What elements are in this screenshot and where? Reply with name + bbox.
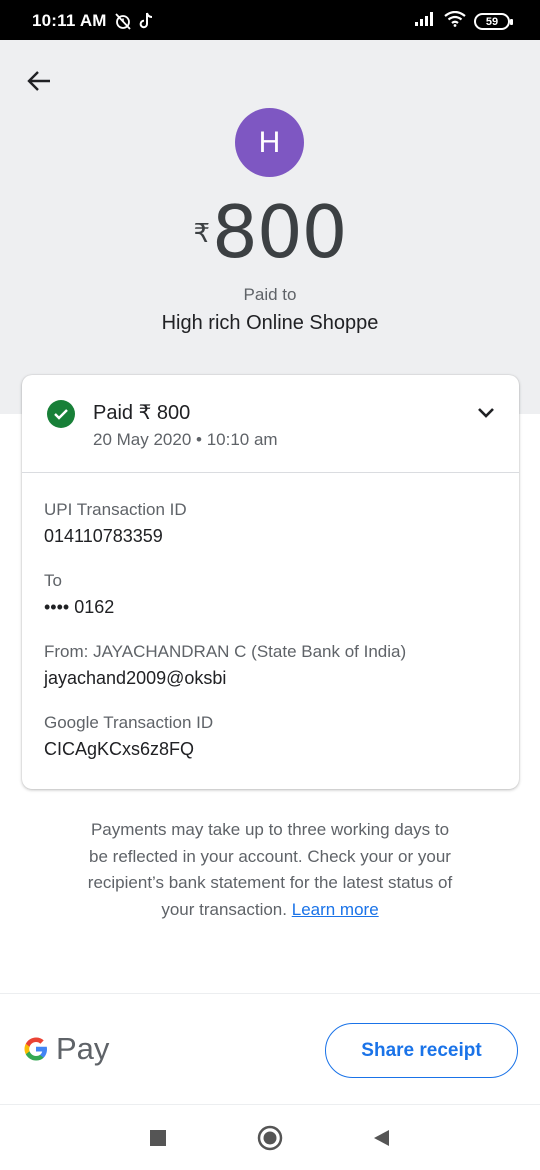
payment-header: H ₹800 Paid to High rich Online Shoppe: [0, 40, 540, 414]
signal-icon: [414, 11, 436, 32]
status-time: 10:11 AM: [32, 11, 107, 30]
detail-google-id: Google Transaction ID CICAgKCxs6z8FQ: [44, 713, 406, 760]
back-nav-button[interactable]: [367, 1124, 395, 1152]
back-arrow-icon: [27, 71, 50, 91]
system-nav-bar: [0, 1106, 540, 1170]
battery-icon: 59: [474, 13, 513, 30]
amount: ₹800: [0, 190, 540, 274]
transaction-card: Paid ₹ 800 20 May 2020 • 10:10 am UPI Tr…: [22, 375, 519, 789]
transaction-details: UPI Transaction ID 014110783359 To •••• …: [44, 500, 406, 784]
check-circle-icon: [47, 400, 75, 428]
info-text: Payments may take up to three working da…: [80, 817, 460, 923]
footer: Pay Share receipt: [0, 993, 540, 1105]
google-pay-logo: Pay: [22, 1031, 109, 1067]
share-receipt-button[interactable]: Share receipt: [325, 1023, 518, 1078]
status-title: Paid ₹ 800: [93, 402, 191, 424]
transaction-date: 20 May 2020 • 10:10 am: [93, 430, 278, 449]
amount-value: 800: [212, 190, 347, 274]
transaction-summary[interactable]: Paid ₹ 800 20 May 2020 • 10:10 am: [22, 375, 519, 473]
recent-apps-button[interactable]: [144, 1124, 172, 1152]
currency-symbol: ₹: [193, 218, 211, 248]
detail-value: jayachand2009@oksbi: [44, 668, 227, 688]
detail-upi-id: UPI Transaction ID 014110783359: [44, 500, 406, 547]
home-button[interactable]: [256, 1124, 284, 1152]
status-bar: 10:11 AM 59: [0, 0, 540, 40]
detail-value: •••• 0162: [44, 597, 115, 617]
detail-from: From: JAYACHANDRAN C (State Bank of Indi…: [44, 642, 406, 689]
detail-to: To •••• 0162: [44, 571, 406, 618]
square-icon: [150, 1130, 166, 1146]
chevron-down-icon[interactable]: [473, 400, 499, 426]
google-g-icon: [24, 1037, 47, 1061]
detail-label: UPI Transaction ID: [44, 500, 187, 519]
info-message: Payments may take up to three working da…: [87, 820, 453, 919]
detail-label: From: JAYACHANDRAN C (State Bank of Indi…: [44, 642, 407, 661]
detail-label: To: [44, 571, 62, 590]
triangle-back-icon: [374, 1130, 389, 1146]
back-button[interactable]: [22, 64, 56, 98]
learn-more-link[interactable]: Learn more: [292, 900, 379, 919]
paid-to-label: Paid to: [243, 285, 297, 304]
wifi-icon: [444, 10, 466, 32]
circle-icon: [257, 1125, 283, 1151]
alarm-off-icon: [114, 12, 132, 35]
detail-value: 014110783359: [44, 526, 163, 546]
pay-brand-text: Pay: [56, 1031, 110, 1066]
merchant-name: High rich Online Shoppe: [161, 312, 379, 334]
tiktok-icon: [138, 12, 154, 35]
detail-value: CICAgKCxs6z8FQ: [44, 739, 195, 759]
detail-label: Google Transaction ID: [44, 713, 214, 732]
avatar: H: [235, 108, 304, 177]
